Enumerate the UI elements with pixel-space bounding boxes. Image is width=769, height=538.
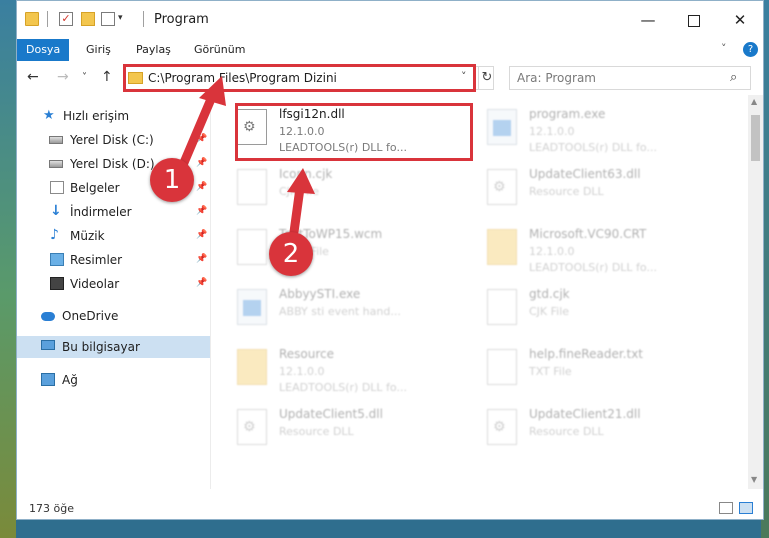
- arrow-2-head: [287, 168, 315, 194]
- step-2-badge: 2: [269, 232, 313, 276]
- annotation-arrows: [178, 76, 315, 237]
- arrow-1-shaft: [178, 87, 219, 170]
- arrow-2-shaft: [289, 183, 305, 237]
- step-1-badge: 1: [150, 158, 194, 202]
- arrow-1-head: [199, 76, 226, 106]
